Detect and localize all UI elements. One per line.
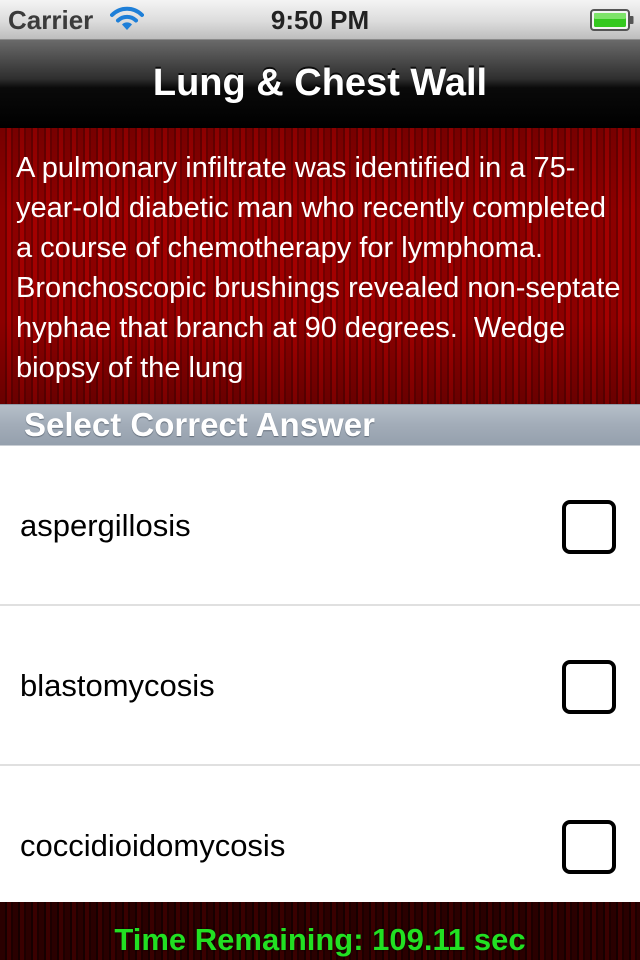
answer-checkbox[interactable]: [562, 820, 616, 874]
answer-row-aspergillosis[interactable]: aspergillosis: [0, 446, 640, 606]
timer-bar: Time Remaining: 109.11 sec: [0, 902, 640, 960]
answer-row-blastomycosis[interactable]: blastomycosis: [0, 606, 640, 766]
answer-label: coccidioidomycosis: [20, 828, 286, 863]
question-text: A pulmonary infiltrate was identified in…: [16, 152, 629, 384]
section-title: Select Correct Answer: [24, 406, 375, 443]
answer-label: aspergillosis: [20, 508, 191, 543]
status-bar: Carrier 9:50 PM: [0, 0, 640, 40]
navigation-bar: Lung & Chest Wall: [0, 40, 640, 128]
answer-label: blastomycosis: [20, 668, 215, 703]
page-title: Lung & Chest Wall: [152, 62, 488, 104]
answer-list: aspergillosis blastomycosis coccidioidom…: [0, 446, 640, 902]
question-panel[interactable]: A pulmonary infiltrate was identified in…: [0, 128, 640, 404]
answer-checkbox[interactable]: [562, 660, 616, 714]
battery-icon: [590, 9, 634, 31]
time-remaining: Time Remaining: 109.11 sec: [114, 922, 526, 957]
answer-checkbox[interactable]: [562, 500, 616, 554]
section-header: Select Correct Answer: [0, 404, 640, 446]
status-clock: 9:50 PM: [270, 5, 370, 35]
